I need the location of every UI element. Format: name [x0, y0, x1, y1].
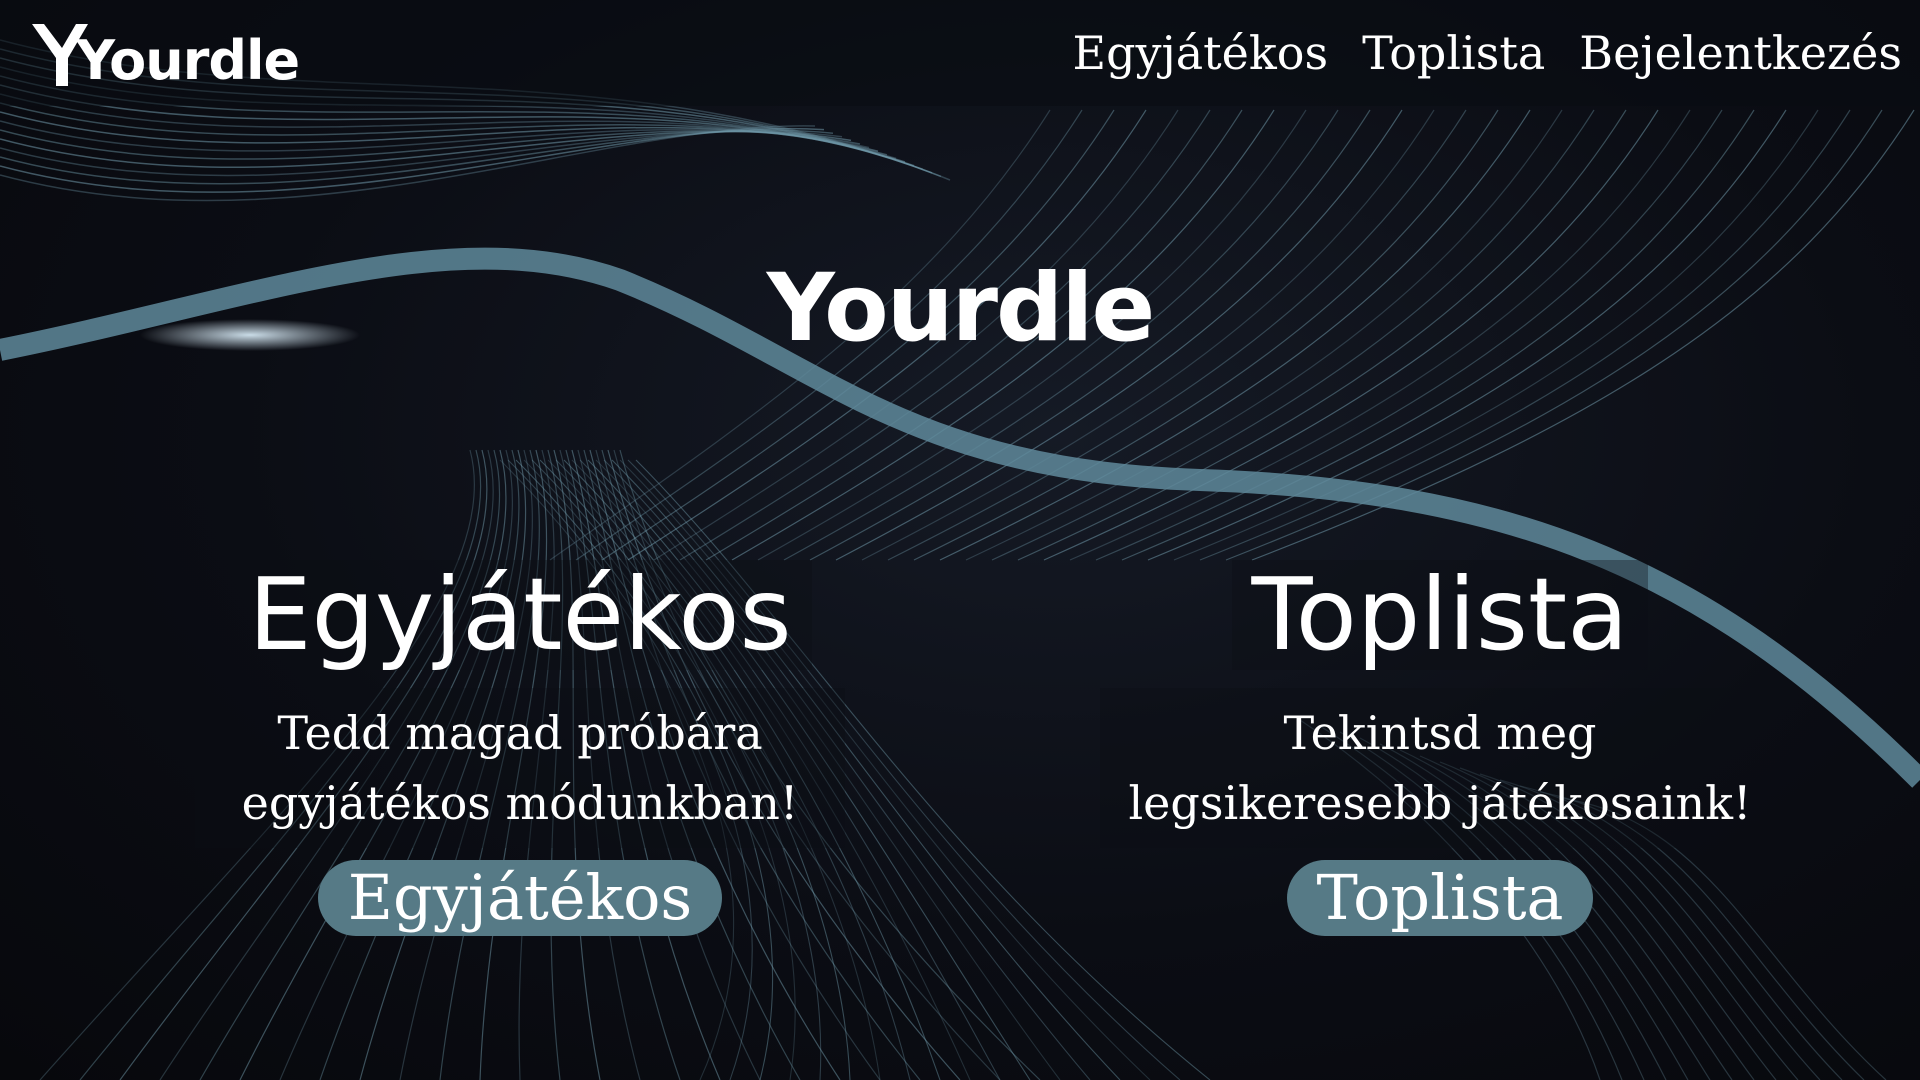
main-nav: Egyjátékos Toplista Bejelentkezés	[1072, 26, 1902, 81]
nav-link-login[interactable]: Bejelentkezés	[1579, 26, 1902, 81]
singleplayer-card-description: Tedd magad próbára egyjátékos módunkban!	[195, 688, 845, 848]
leaderboard-card-title: Toplista	[1231, 560, 1649, 670]
leaderboard-card: Toplista Tekintsd meg legsikeresebb játé…	[1090, 560, 1790, 936]
logo[interactable]: Yourdle	[30, 14, 300, 92]
singleplayer-card-title: Egyjátékos	[228, 560, 812, 670]
landing-page: Yourdle Egyjátékos Toplista Bejelentkezé…	[0, 0, 1920, 1080]
logo-text: Yourdle	[76, 29, 300, 92]
hero-title: Yourdle	[766, 254, 1156, 363]
nav-link-singleplayer[interactable]: Egyjátékos	[1072, 26, 1328, 81]
singleplayer-card: Egyjátékos Tedd magad próbára egyjátékos…	[170, 560, 870, 936]
leaderboard-button[interactable]: Toplista	[1286, 860, 1594, 936]
singleplayer-button[interactable]: Egyjátékos	[317, 860, 723, 936]
leaderboard-card-description: Tekintsd meg legsikeresebb játékosaink!	[1100, 688, 1780, 848]
nav-link-leaderboard[interactable]: Toplista	[1362, 26, 1545, 81]
top-navigation-bar: Yourdle Egyjátékos Toplista Bejelentkezé…	[0, 0, 1920, 106]
